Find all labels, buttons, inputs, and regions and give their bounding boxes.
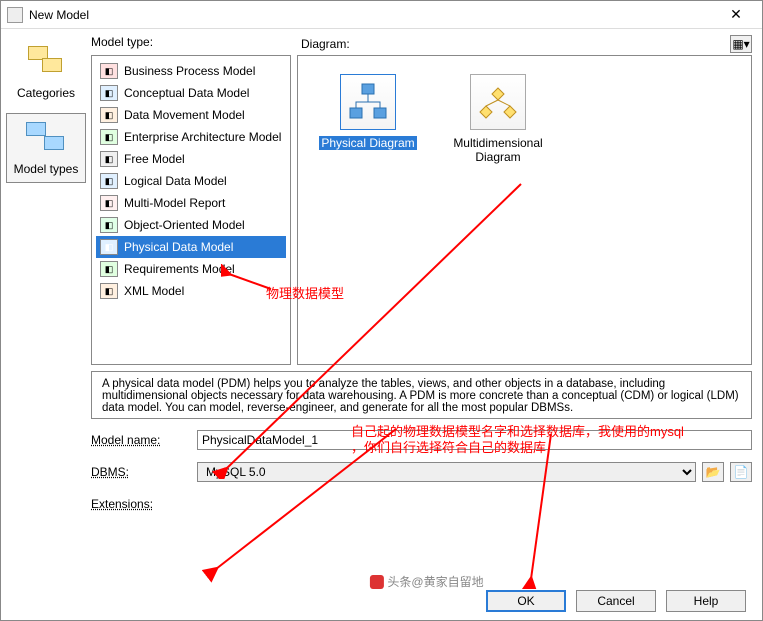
- list-item[interactable]: ◧Business Process Model: [96, 60, 286, 82]
- categories-label: Categories: [9, 86, 83, 100]
- model-name-label: Model name:: [91, 433, 191, 447]
- model-icon: ◧: [100, 283, 118, 299]
- extensions-label: Extensions:: [91, 497, 191, 511]
- dialog-window: New Model ✕ Categories Model types: [0, 0, 763, 621]
- folder-open-icon: 📂: [706, 465, 721, 479]
- model-types-icon: [22, 120, 70, 158]
- list-item[interactable]: ◧Free Model: [96, 148, 286, 170]
- dbms-properties-button[interactable]: 📄: [730, 462, 752, 482]
- diagram-panel: Physical Diagram Multidimensional Diagra…: [297, 55, 752, 365]
- titlebar: New Model ✕: [1, 1, 762, 29]
- watermark: 头条@黄家自留地: [369, 573, 483, 590]
- model-types-label: Model types: [9, 162, 83, 176]
- watermark-icon: [369, 575, 383, 589]
- right-area: Model type: Diagram: ▦▾ ◧Business Proces…: [91, 29, 762, 620]
- model-icon: ◧: [100, 151, 118, 167]
- diagram-label: Multidimensional Diagram: [453, 136, 542, 164]
- model-icon: ◧: [100, 239, 118, 255]
- model-types-button[interactable]: Model types: [6, 113, 86, 183]
- model-icon: ◧: [100, 195, 118, 211]
- model-type-header: Model type:: [91, 35, 291, 53]
- categories-button[interactable]: Categories: [6, 37, 86, 107]
- list-item[interactable]: ◧Enterprise Architecture Model: [96, 126, 286, 148]
- model-icon: ◧: [100, 261, 118, 277]
- list-item[interactable]: ◧Object-Oriented Model: [96, 214, 286, 236]
- physical-diagram-icon: [340, 74, 396, 130]
- content-area: Categories Model types Model type: Diagr…: [1, 29, 762, 620]
- model-icon: ◧: [100, 107, 118, 123]
- diagram-header: Diagram:: [301, 37, 350, 51]
- button-row: OK Cancel Help: [486, 590, 746, 612]
- model-icon: ◧: [100, 85, 118, 101]
- model-icon: ◧: [100, 173, 118, 189]
- window-title: New Model: [29, 8, 716, 22]
- list-item[interactable]: ◧XML Model: [96, 280, 286, 302]
- list-item[interactable]: ◧Requirements Model: [96, 258, 286, 280]
- model-name-input[interactable]: [197, 430, 752, 450]
- dbms-label: DBMS:: [91, 465, 191, 479]
- model-icon: ◧: [100, 129, 118, 145]
- cancel-button[interactable]: Cancel: [576, 590, 656, 612]
- grid-icon: ▦▾: [732, 37, 749, 51]
- app-icon: [7, 7, 23, 23]
- list-item[interactable]: ◧Conceptual Data Model: [96, 82, 286, 104]
- folder-icon: [22, 44, 70, 82]
- ok-button[interactable]: OK: [486, 590, 566, 612]
- help-button[interactable]: Help: [666, 590, 746, 612]
- model-icon: ◧: [100, 217, 118, 233]
- multidim-diagram-icon: [470, 74, 526, 130]
- properties-icon: 📄: [734, 465, 749, 479]
- list-item[interactable]: ◧Multi-Model Report: [96, 192, 286, 214]
- dbms-select[interactable]: MySQL 5.0: [197, 462, 696, 482]
- diagram-item-physical[interactable]: Physical Diagram: [318, 74, 418, 150]
- close-button[interactable]: ✕: [716, 6, 756, 23]
- model-icon: ◧: [100, 63, 118, 79]
- diagram-label: Physical Diagram: [319, 136, 416, 150]
- list-item-selected[interactable]: ◧Physical Data Model: [96, 236, 286, 258]
- list-item[interactable]: ◧Logical Data Model: [96, 170, 286, 192]
- diagram-item-multidim[interactable]: Multidimensional Diagram: [448, 74, 548, 164]
- category-column: Categories Model types: [1, 29, 91, 620]
- view-options-button[interactable]: ▦▾: [730, 35, 752, 53]
- description-box: A physical data model (PDM) helps you to…: [91, 371, 752, 419]
- model-type-list[interactable]: ◧Business Process Model ◧Conceptual Data…: [91, 55, 291, 365]
- browse-dbms-button[interactable]: 📂: [702, 462, 724, 482]
- list-item[interactable]: ◧Data Movement Model: [96, 104, 286, 126]
